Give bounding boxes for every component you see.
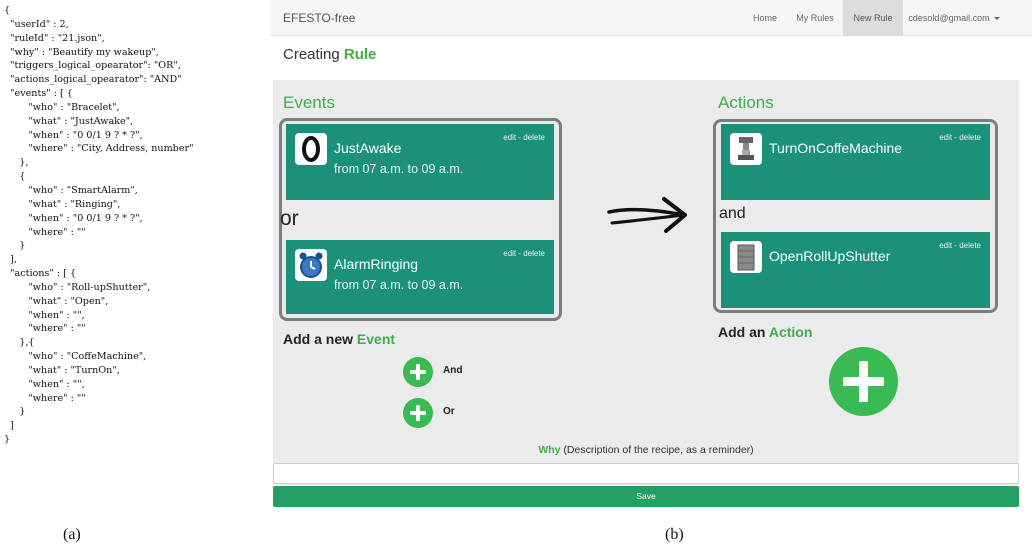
edit-delete-link[interactable]: edit - delete <box>939 241 981 250</box>
add-event-heading: Add a new Event <box>283 331 395 347</box>
code-line: { <box>4 5 11 16</box>
code-line: } <box>4 406 26 418</box>
code-line: "who" : "Roll-upShutter", <box>4 281 151 293</box>
add-or-event-button[interactable] <box>403 398 433 428</box>
code-line: "where" : "" <box>4 323 86 335</box>
why-description: Why (Description of the recipe, as a rem… <box>273 444 1019 456</box>
why-label: Why <box>538 444 561 456</box>
nav-new-rule[interactable]: New Rule <box>843 0 903 36</box>
page-title: Creating Rule <box>283 46 376 63</box>
event-time: from 07 a.m. to 09 a.m. <box>334 278 464 292</box>
events-operator: or <box>280 207 299 230</box>
code-line: "why" : "Beautify my wakeup", <box>4 46 159 58</box>
code-line: "when" : "0 0/1 9 ? * ?", <box>4 129 143 141</box>
add-action-button[interactable] <box>829 347 898 416</box>
json-code-panel: { "userId" : 2, "ruleId" : "21.json", "w… <box>4 4 266 447</box>
code-line: "when" : "0 0/1 9 ? * ?", <box>4 212 143 224</box>
code-line: "triggers_logical_opearator": "OR", <box>4 60 181 72</box>
save-button[interactable]: Save <box>273 486 1019 507</box>
shutter-icon <box>730 241 762 273</box>
code-line: },{ <box>4 337 35 349</box>
nav-home[interactable]: Home <box>746 0 784 36</box>
code-line: "ruleId" : "21.json", <box>4 32 105 44</box>
code-line: "who" : "Bracelet", <box>4 101 120 113</box>
code-line: "when" : "", <box>4 378 85 390</box>
code-line: { <box>4 171 26 183</box>
page-title-accent: Rule <box>343 46 377 63</box>
brand-logo[interactable]: EFESTO-free <box>283 11 355 25</box>
code-line: "what" : "Open", <box>4 295 109 307</box>
page-title-prefix: Creating <box>283 46 340 63</box>
code-line: "what" : "Ringing", <box>4 198 121 210</box>
action-card-coffee-machine[interactable]: TurnOnCoffeMachine edit - delete <box>721 124 990 200</box>
user-email: cdesold@gmail.com <box>908 13 990 23</box>
code-line: } <box>4 434 11 446</box>
code-line: "where" : "City, Address, number" <box>4 143 194 155</box>
caret-down-icon <box>993 17 1000 21</box>
why-input[interactable] <box>273 463 1019 484</box>
code-line: "userId" : 2, <box>4 18 69 30</box>
arrow-right-icon <box>607 197 687 233</box>
edit-delete-link[interactable]: edit - delete <box>503 133 545 142</box>
code-line: "who" : "CoffeMachine", <box>4 351 147 363</box>
actions-operator: and <box>719 205 746 222</box>
code-line: ] <box>4 420 14 432</box>
code-line: "who" : "SmartAlarm", <box>4 184 138 196</box>
bracelet-icon <box>295 133 327 165</box>
nav-my-rules[interactable]: My Rules <box>790 0 840 36</box>
efesto-app: EFESTO-free Home My Rules New Rule cdeso… <box>270 0 1032 515</box>
edit-delete-link[interactable]: edit - delete <box>503 249 545 258</box>
code-line: "actions" : [ { <box>4 268 77 280</box>
code-line: "what" : "TurnOn", <box>4 364 120 376</box>
add-action-prefix: Add an <box>718 324 766 340</box>
event-title: AlarmRinging <box>334 256 419 272</box>
why-hint: (Description of the recipe, as a reminde… <box>560 444 754 456</box>
event-time: from 07 a.m. to 09 a.m. <box>334 162 464 176</box>
coffee-machine-icon <box>730 133 762 165</box>
code-line: "actions_logical_opearator": "AND" <box>4 74 182 86</box>
action-title: TurnOnCoffeMachine <box>769 140 903 156</box>
code-line: "what" : "JustAwake", <box>4 115 134 127</box>
add-and-event-button[interactable] <box>403 357 433 387</box>
add-event-prefix: Add a new <box>283 331 354 347</box>
code-line: "where" : "" <box>4 392 86 404</box>
event-title: JustAwake <box>334 140 402 156</box>
event-card-justawake[interactable]: JustAwake from 07 a.m. to 09 a.m. edit -… <box>286 124 554 200</box>
navbar: EFESTO-free Home My Rules New Rule cdeso… <box>270 0 1032 36</box>
actions-heading: Actions <box>718 93 774 112</box>
figure-label-a: (a) <box>63 526 81 543</box>
add-action-accent: Action <box>768 324 813 340</box>
action-title: OpenRollUpShutter <box>769 248 891 264</box>
add-event-accent: Event <box>356 331 396 347</box>
code-line: "events" : [ { <box>4 88 73 100</box>
rule-editor: Events Actions JustAwake from 07 a.m. to… <box>273 80 1019 485</box>
figure-label-b: (b) <box>665 526 684 543</box>
user-menu[interactable]: cdesold@gmail.com <box>904 0 1004 36</box>
code-line: }, <box>4 157 29 169</box>
code-line: ], <box>4 254 17 266</box>
action-card-roll-up-shutter[interactable]: OpenRollUpShutter edit - delete <box>721 232 990 308</box>
add-action-heading: Add an Action <box>718 324 812 340</box>
and-label: And <box>443 365 463 376</box>
code-line: "when" : "", <box>4 309 85 321</box>
code-line: "where" : "" <box>4 226 86 238</box>
events-heading: Events <box>283 93 335 112</box>
or-label: Or <box>443 406 455 417</box>
code-line: } <box>4 240 26 252</box>
event-card-alarmringing[interactable]: AlarmRinging from 07 a.m. to 09 a.m. edi… <box>286 240 554 314</box>
alarm-clock-icon <box>295 249 327 281</box>
edit-delete-link[interactable]: edit - delete <box>939 133 981 142</box>
